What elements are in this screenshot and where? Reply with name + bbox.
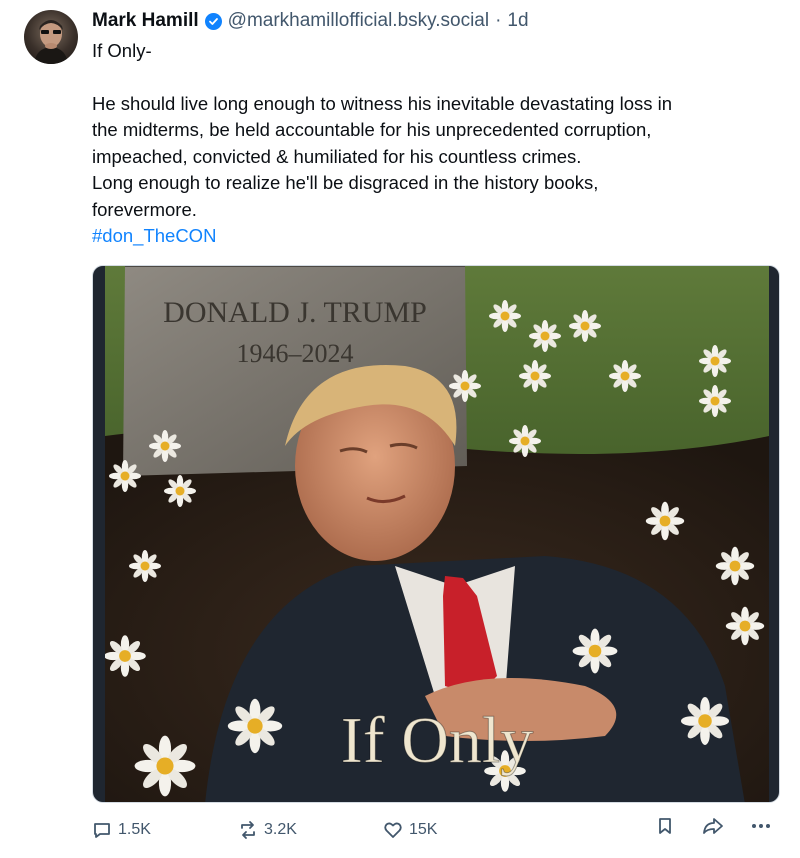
separator: · [495, 10, 502, 31]
like-count: 15K [409, 821, 438, 838]
hashtag-link[interactable]: #don_TheCON [92, 225, 216, 246]
avatar[interactable] [24, 10, 78, 64]
share-button[interactable] [702, 816, 724, 836]
post-header: Mark Hamill @markhamillofficial.bsky.soc… [92, 9, 529, 33]
timestamp[interactable]: 1d [507, 9, 528, 33]
more-options-button[interactable] [750, 816, 772, 836]
post-image[interactable]: DONALD J. TRUMP 1946–2024 If Only [92, 265, 780, 803]
reply-button[interactable]: 1.5K [92, 816, 151, 844]
bookmark-icon [659, 818, 671, 834]
repost-button[interactable]: 3.2K [238, 816, 297, 844]
bookmark-button[interactable] [655, 816, 675, 836]
post-text-line: If Only- [92, 40, 152, 61]
repost-icon [241, 821, 255, 839]
post-body: If Only- He should live long enough to w… [92, 38, 782, 250]
image-content: DONALD J. TRUMP 1946–2024 If Only [105, 266, 769, 802]
reply-count: 1.5K [118, 821, 151, 838]
post-text-line: He should live long enough to witness hi… [92, 92, 673, 114]
author-name[interactable]: Mark Hamill [92, 9, 199, 33]
author-handle[interactable]: @markhamillofficial.bsky.social [228, 9, 489, 33]
post-actions: 1.5K 3.2K 15K [92, 816, 780, 844]
post-text-line: impeached, convicted & humiliated for hi… [92, 145, 582, 167]
post-text-line: Long enough to realize he'll be disgrace… [92, 172, 599, 193]
like-button[interactable]: 15K [383, 816, 437, 844]
verified-badge-icon [204, 12, 222, 30]
repost-count: 3.2K [264, 821, 297, 838]
post-text-line: forevermore. [92, 198, 197, 220]
share-icon [703, 818, 723, 834]
like-icon [384, 822, 402, 838]
post: Mark Hamill @markhamillofficial.bsky.soc… [0, 0, 800, 858]
post-text-line: the midterms, be held accountable for hi… [92, 119, 652, 140]
headstone-years: 1946–2024 [237, 339, 354, 368]
image-caption: If Only [341, 704, 533, 777]
headstone-name: DONALD J. TRUMP [163, 296, 427, 329]
reply-icon [94, 823, 110, 838]
more-icon [752, 824, 770, 828]
